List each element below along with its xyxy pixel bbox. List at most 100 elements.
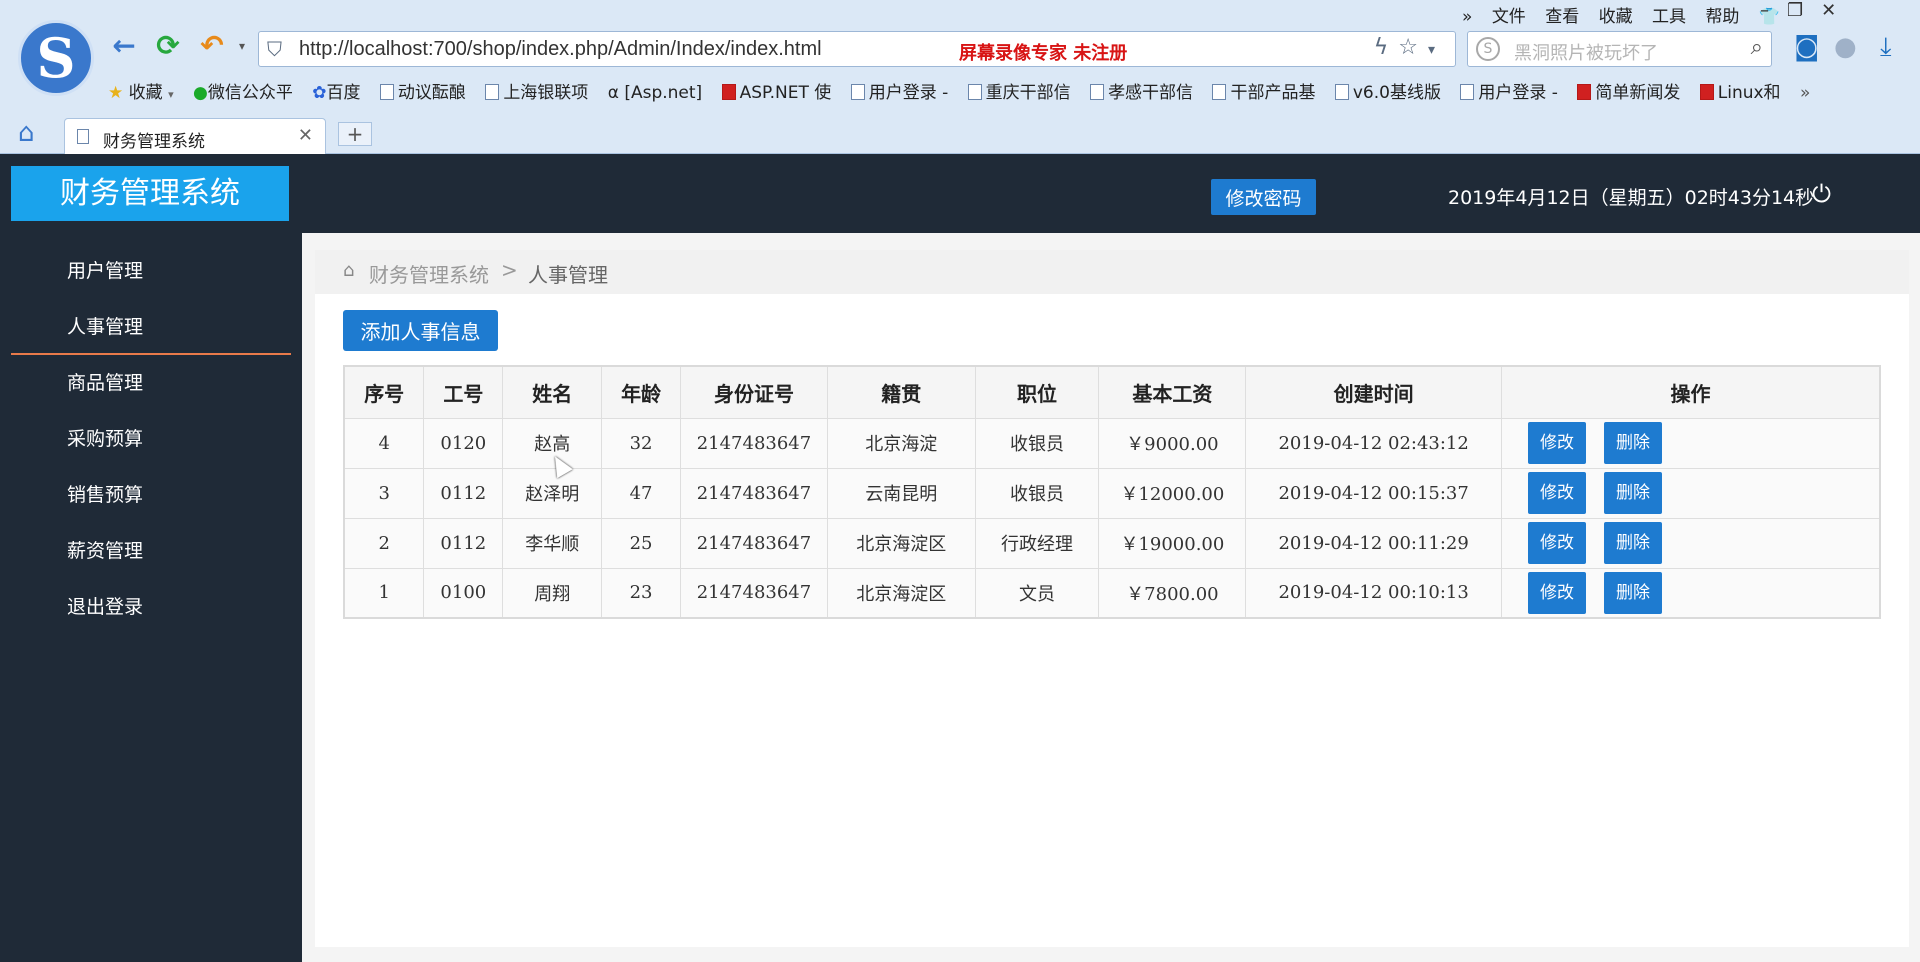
delete-button[interactable]: 删除 <box>1603 422 1662 464</box>
page-icon <box>1334 84 1349 100</box>
page-icon <box>967 84 982 100</box>
breadcrumb-root[interactable]: 财务管理系统 <box>369 259 489 288</box>
minimize-icon[interactable]: – <box>1760 0 1787 21</box>
sidebar-item-personnel-management[interactable]: 人事管理 <box>0 299 302 355</box>
browser-logo: S <box>18 20 94 96</box>
bookmark-label: 用户登录 - <box>868 83 949 103</box>
chevron-down-icon: ▾ <box>168 88 174 101</box>
browser-chrome: S ← ⟳ ↶ ▾ ⛉ http://localhost:700/shop/in… <box>0 0 1920 154</box>
bookmark-item[interactable]: ✿百度 <box>312 78 360 103</box>
search-engine-icon[interactable]: S <box>1476 37 1500 61</box>
refresh-icon[interactable]: ⟳ <box>152 30 184 62</box>
table-header-row: 序号 工号 姓名 年龄 身份证号 籍贯 职位 基本工资 创建时间 操作 <box>343 365 1881 419</box>
search-box[interactable]: S 黑洞照片被玩坏了 ⌕ <box>1467 31 1772 67</box>
bookmark-item[interactable]: ●微信公众平 <box>193 78 293 103</box>
bookmarks-more-icon[interactable]: » <box>1800 83 1810 103</box>
column-header: 姓名 <box>502 365 603 419</box>
close-icon[interactable]: ✕ <box>298 125 313 146</box>
cell-id-number: 2147483647 <box>680 417 828 469</box>
bookmark-item[interactable]: 上海银联项 <box>485 78 588 103</box>
table-row: 4 0120 赵高 32 2147483647 北京海淀 收银员 ￥9000.0… <box>343 417 1881 469</box>
cell-employee-id: 0112 <box>423 517 504 569</box>
search-icon[interactable]: ⌕ <box>1751 35 1763 60</box>
bookmark-item[interactable]: Linux和 <box>1699 78 1781 103</box>
undo-dropdown-icon[interactable]: ▾ <box>226 30 258 62</box>
column-header: 工号 <box>423 365 504 419</box>
page-icon <box>1212 84 1227 100</box>
window-controls: –❐✕ <box>1760 0 1854 21</box>
change-password-button[interactable]: 修改密码 <box>1211 179 1316 215</box>
bookmark-item[interactable]: 用户登录 - <box>850 78 949 103</box>
browser-tab[interactable]: 财务管理系统 ✕ <box>64 118 326 154</box>
bookmark-item[interactable]: v6.0基线版 <box>1334 78 1441 103</box>
add-personnel-button[interactable]: 添加人事信息 <box>343 310 498 351</box>
table-row: 2 0112 李华顺 25 2147483647 北京海淀区 行政经理 ￥190… <box>343 517 1881 569</box>
close-window-icon[interactable]: ✕ <box>1821 0 1854 21</box>
sidebar-item-purchase-budget[interactable]: 采购预算 <box>0 411 302 467</box>
sidebar-item-logout[interactable]: 退出登录 <box>0 579 302 635</box>
dropdown-icon[interactable]: ▾ <box>1428 42 1445 58</box>
address-bar[interactable]: ⛉ http://localhost:700/shop/index.php/Ad… <box>258 31 1456 67</box>
screenshot-icon[interactable]: ◙ <box>1794 32 1819 62</box>
main-content: ⌂ 财务管理系统 > 人事管理 添加人事信息 序号 工号 姓名 年龄 身份证号 … <box>315 250 1909 947</box>
bookmark-label: v6.0基线版 <box>1352 83 1441 103</box>
delete-button[interactable]: 删除 <box>1603 571 1662 614</box>
cell-base-salary: ￥12000.00 <box>1098 467 1247 519</box>
power-icon[interactable]: ⏻ <box>1812 180 1831 208</box>
cell-age: 23 <box>601 567 681 619</box>
edit-button[interactable]: 修改 <box>1527 472 1586 514</box>
cell-base-salary: ￥19000.00 <box>1098 517 1247 569</box>
bookmark-item[interactable]: ★ 收藏 ▾ <box>108 78 174 103</box>
url-text[interactable]: http://localhost:700/shop/index.php/Admi… <box>299 38 822 61</box>
sidebar-item-salary-management[interactable]: 薪资管理 <box>0 523 302 579</box>
page-icon <box>77 129 89 144</box>
restore-icon[interactable]: ❐ <box>1787 0 1821 21</box>
cell-actions: 修改 删除 <box>1500 567 1881 619</box>
datetime-display: 2019年4月12日（星期五）02时43分14秒 <box>1448 187 1815 209</box>
bookmark-item[interactable]: 干部产品基 <box>1212 78 1315 103</box>
cell-index: 2 <box>343 517 425 569</box>
bookmark-item[interactable]: 动议酝酿 <box>379 78 466 103</box>
bookmark-item[interactable]: 用户登录 - <box>1460 78 1558 103</box>
lightning-icon[interactable]: ϟ <box>1374 35 1399 60</box>
cell-age: 47 <box>601 467 681 519</box>
cell-position: 收银员 <box>974 417 1100 469</box>
menu-help[interactable]: 帮助 <box>1705 7 1739 27</box>
bookmark-label: 收藏 <box>128 83 163 103</box>
chat-icon[interactable]: ● <box>1834 32 1857 62</box>
sidebar-item-product-management[interactable]: 商品管理 <box>0 355 302 411</box>
delete-button[interactable]: 删除 <box>1603 522 1662 564</box>
home-icon[interactable]: ⌂ <box>18 118 35 148</box>
back-arrow-icon[interactable]: ← <box>108 30 140 62</box>
bookmark-item[interactable]: ASP.NET 使 <box>721 78 831 103</box>
undo-icon[interactable]: ↶ <box>196 30 228 62</box>
edit-button[interactable]: 修改 <box>1527 422 1586 464</box>
bookmark-item[interactable]: 孝感干部信 <box>1090 78 1193 103</box>
breadcrumb-separator: > <box>501 258 518 282</box>
sidebar-item-sales-budget[interactable]: 销售预算 <box>0 467 302 523</box>
edit-button[interactable]: 修改 <box>1527 571 1586 614</box>
menu-favorites[interactable]: 收藏 <box>1599 7 1633 27</box>
menu-view[interactable]: 查看 <box>1545 7 1579 27</box>
download-icon[interactable]: ⤓ <box>1880 32 1892 63</box>
bookmark-item[interactable]: 重庆干部信 <box>967 78 1071 103</box>
bookmark-label: 用户登录 - <box>1478 83 1558 103</box>
edit-button[interactable]: 修改 <box>1527 522 1586 564</box>
bookmark-item[interactable]: α [Asp.net] <box>608 83 702 103</box>
column-header: 籍贯 <box>826 365 976 419</box>
delete-button[interactable]: 删除 <box>1603 472 1662 514</box>
cell-age: 25 <box>601 517 681 569</box>
search-input[interactable]: 黑洞照片被玩坏了 <box>1514 39 1658 65</box>
star-icon[interactable]: ☆ <box>1398 35 1428 60</box>
bookmark-item[interactable]: 简单新闻发 <box>1577 78 1680 103</box>
page-icon <box>379 84 394 100</box>
menu-more-icon[interactable]: » <box>1462 7 1472 27</box>
bookmark-label: 简单新闻发 <box>1595 83 1681 103</box>
page-icon <box>485 84 500 100</box>
cell-native-place: 北京海淀区 <box>826 567 976 619</box>
menu-tools[interactable]: 工具 <box>1652 7 1686 27</box>
sidebar-item-user-management[interactable]: 用户管理 <box>0 243 302 299</box>
new-tab-button[interactable]: + <box>338 122 372 146</box>
menu-file[interactable]: 文件 <box>1492 7 1526 27</box>
bookmark-label: 重庆干部信 <box>985 83 1071 103</box>
